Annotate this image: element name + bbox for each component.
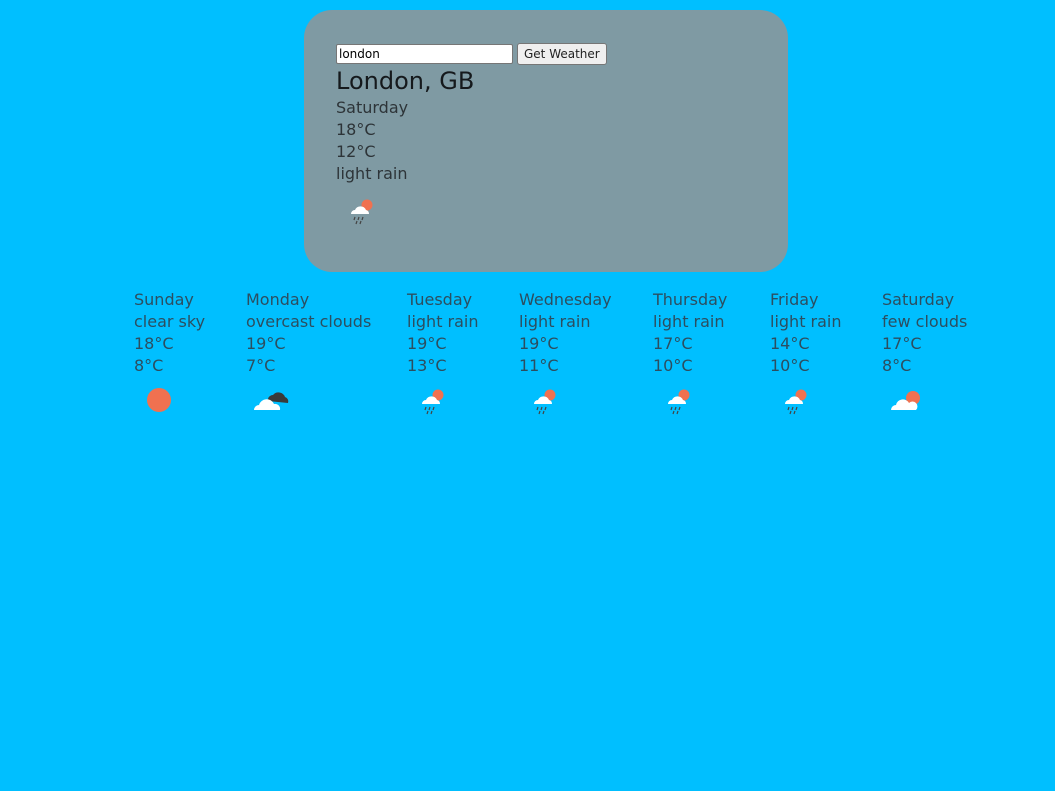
forecast-high-temp: 14°C [770, 334, 810, 353]
light-rain-icon [529, 387, 612, 415]
forecast-description: clear sky [134, 312, 206, 331]
forecast-day-name: Monday [246, 290, 310, 309]
forecast-description: few clouds [882, 312, 968, 331]
forecast-description: light rain [519, 312, 591, 331]
forecast-day-friday: Friday light rain 14°C 10°C [770, 289, 842, 415]
current-day: Saturday [336, 98, 409, 117]
forecast-low-temp: 13°C [407, 356, 447, 375]
forecast-low-temp: 11°C [519, 356, 559, 375]
city-title: London, GB [336, 67, 475, 95]
forecast-description: overcast clouds [246, 312, 372, 331]
overcast-clouds-icon [252, 387, 371, 413]
forecast-low-temp: 8°C [882, 356, 912, 375]
forecast-low-temp: 10°C [770, 356, 810, 375]
forecast-high-temp: 18°C [134, 334, 174, 353]
forecast-low-temp: 8°C [134, 356, 164, 375]
forecast-description: light rain [770, 312, 842, 331]
forecast-day-sunday: Sunday clear sky 18°C 8°C [134, 289, 205, 413]
light-rain-icon [346, 197, 376, 225]
light-rain-icon [417, 387, 479, 415]
current-description: light rain [336, 164, 408, 183]
forecast-day-name: Tuesday [407, 290, 473, 309]
forecast-description: light rain [653, 312, 725, 331]
forecast-day-saturday: Saturday few clouds 17°C 8°C [882, 289, 967, 413]
current-low-temp: 12°C [336, 142, 376, 161]
forecast-day-thursday: Thursday light rain 17°C 10°C [653, 289, 727, 415]
forecast-day-name: Saturday [882, 290, 955, 309]
forecast-low-temp: 7°C [246, 356, 276, 375]
light-rain-icon [663, 387, 727, 415]
forecast-high-temp: 17°C [653, 334, 693, 353]
forecast-day-name: Wednesday [519, 290, 612, 309]
current-high-temp: 18°C [336, 120, 376, 139]
forecast-low-temp: 10°C [653, 356, 693, 375]
forecast-day-monday: Monday overcast clouds 19°C 7°C [246, 289, 371, 413]
search-row: Get Weather [336, 43, 607, 65]
forecast-day-name: Sunday [134, 290, 194, 309]
forecast-day-name: Friday [770, 290, 819, 309]
forecast-day-name: Thursday [653, 290, 728, 309]
forecast-high-temp: 17°C [882, 334, 922, 353]
city-search-input[interactable] [336, 44, 513, 64]
few-clouds-icon [890, 387, 967, 413]
light-rain-icon [780, 387, 842, 415]
get-weather-button[interactable]: Get Weather [517, 43, 607, 65]
forecast-high-temp: 19°C [246, 334, 286, 353]
forecast-description: light rain [407, 312, 479, 331]
sun-icon [146, 387, 205, 413]
forecast-day-tuesday: Tuesday light rain 19°C 13°C [407, 289, 479, 415]
forecast-high-temp: 19°C [407, 334, 447, 353]
forecast-high-temp: 19°C [519, 334, 559, 353]
current-weather-card: Get Weather London, GB Saturday 18°C 12°… [304, 10, 788, 272]
forecast-day-wednesday: Wednesday light rain 19°C 11°C [519, 289, 612, 415]
